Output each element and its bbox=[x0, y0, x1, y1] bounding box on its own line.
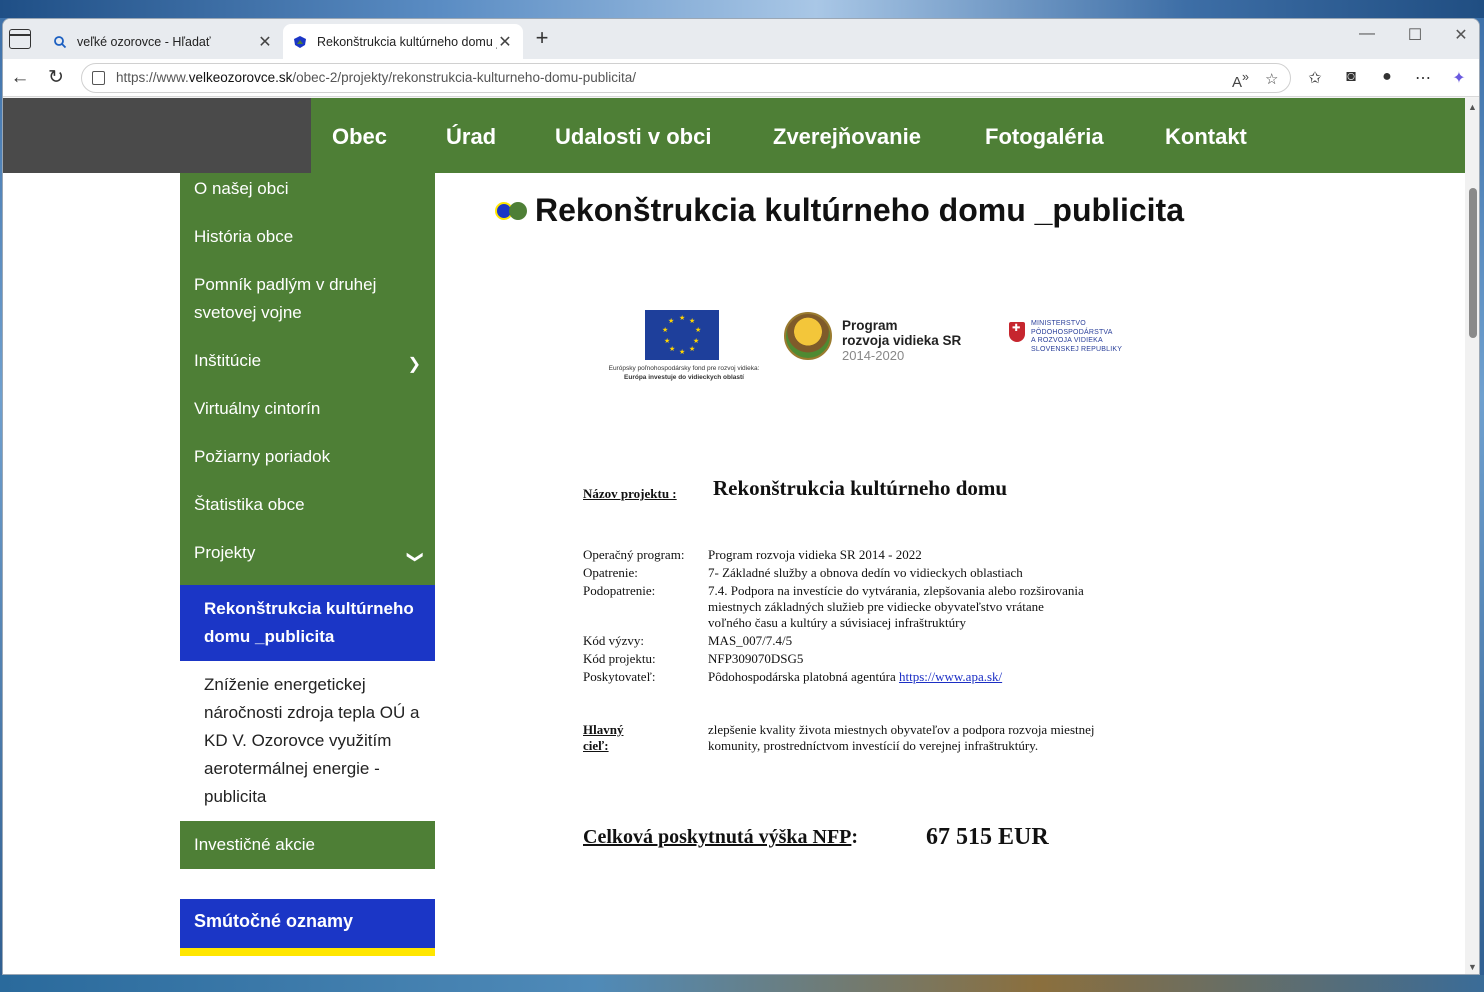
new-tab-button[interactable]: + bbox=[530, 27, 554, 51]
close-tab-icon[interactable]: ✕ bbox=[257, 32, 273, 52]
logo-area bbox=[3, 98, 311, 173]
site-favicon-icon bbox=[294, 35, 306, 48]
more-menu-icon[interactable]: ⋯ bbox=[1411, 68, 1435, 88]
sidebar-subitem-znizenie[interactable]: Zníženie energetickej náročnosti zdroja … bbox=[180, 661, 435, 821]
maximize-icon[interactable]: ☐ bbox=[1397, 25, 1433, 45]
desktop-wallpaper-bottom bbox=[0, 975, 1484, 992]
title-dot-green-icon bbox=[509, 201, 527, 220]
ministry-name: MINISTERSTVO PÔDOHOSPODÁRSTVA A ROZVOJA VI… bbox=[1031, 320, 1123, 353]
profile-avatar-icon[interactable]: ● bbox=[1375, 68, 1399, 86]
page-viewport: Obec Úrad Udalosti v obci Zverejňovanie … bbox=[3, 98, 1465, 974]
total-amount: 67 515 EUR bbox=[926, 824, 1049, 850]
favorites-icon[interactable]: ✩ bbox=[1303, 68, 1327, 88]
scroll-down-icon[interactable]: ▼ bbox=[1468, 962, 1477, 972]
chevron-right-icon: ❯ bbox=[407, 356, 421, 373]
prv-title: Program rozvoja vidieka SR bbox=[842, 318, 962, 348]
tab-actions-icon[interactable] bbox=[9, 29, 31, 49]
nav-item-fotogaleria[interactable]: Fotogaléria bbox=[985, 124, 1104, 150]
back-arrow-icon[interactable]: ← bbox=[9, 67, 31, 89]
browser-window: veľké ozorovce - Hľadať ✕ Rekonštrukcia … bbox=[2, 18, 1480, 975]
page-title-text: Rekonštrukcia kultúrneho domu _publicita bbox=[535, 192, 1184, 228]
sidebar-item-projekty[interactable]: Projekty ❯ bbox=[180, 537, 435, 585]
prv-emblem-icon bbox=[784, 312, 832, 360]
close-window-icon[interactable]: ✕ bbox=[1443, 25, 1479, 45]
nav-item-zverejnovanie[interactable]: Zverejňovanie bbox=[773, 124, 921, 150]
edge-extension-icon[interactable]: ◙ bbox=[1339, 68, 1363, 86]
sidebar-item-label: Projekty bbox=[194, 543, 256, 562]
goal-text: zlepšenie kvality života miestnych obyva… bbox=[708, 722, 1095, 753]
chevron-down-icon: ❯ bbox=[406, 550, 424, 564]
eu-caption: Európsky poľnohospodársky fond pre rozvo… bbox=[608, 365, 760, 381]
read-aloud-icon[interactable]: A» bbox=[1232, 70, 1249, 91]
sidebar-item-pomnik[interactable]: Pomník padlým v druhej svetovej vojne bbox=[180, 269, 435, 345]
ministry-logo: MINISTERSTVOPÔDOHOSPODÁRSTVAA ROZVOJA VI… bbox=[1009, 320, 1139, 360]
sidebar-item-institucie[interactable]: Inštitúcie ❯ bbox=[180, 345, 435, 393]
sidebar-item-historia[interactable]: História obce bbox=[180, 221, 435, 269]
funding-logos: ★ ★ ★ ★ ★ ★ ★ ★ ★ ★ Európsky poľnohospodársky fon… bbox=[589, 310, 1129, 390]
scroll-up-icon[interactable]: ▲ bbox=[1468, 102, 1477, 112]
refresh-icon[interactable]: ↻ bbox=[45, 67, 67, 89]
page-scrollbar[interactable]: ▲ ▼ bbox=[1465, 98, 1479, 974]
tab-title: veľké ozorovce - Hľadať bbox=[77, 34, 211, 49]
sidebar-item-investicne-akcie[interactable]: Investičné akcie bbox=[180, 821, 435, 869]
nav-item-urad[interactable]: Úrad bbox=[446, 124, 496, 150]
nav-item-kontakt[interactable]: Kontakt bbox=[1165, 124, 1247, 150]
sidebar-subitem-rekonstrukcia[interactable]: Rekonštrukcia kultúrneho domu _publicita bbox=[180, 585, 435, 661]
close-tab-icon[interactable]: ✕ bbox=[497, 32, 513, 52]
page-title: Rekonštrukcia kultúrneho domu _publicita bbox=[495, 192, 1184, 229]
sidebar-item-statistika[interactable]: Štatistika obce bbox=[180, 489, 435, 537]
slovak-coat-of-arms-icon bbox=[1009, 322, 1025, 342]
prv-logo: Program rozvoja vidieka SR 2014-2020 bbox=[784, 312, 974, 363]
project-name: Rekonštrukcia kultúrneho domu bbox=[713, 476, 1008, 500]
nav-item-obec[interactable]: Obec bbox=[332, 124, 387, 150]
search-icon bbox=[54, 35, 67, 48]
copilot-icon[interactable]: ✦ bbox=[1447, 68, 1471, 88]
url-text: https://www.velkeozorovce.sk/obec-2/proj… bbox=[116, 70, 636, 85]
prv-years: 2014-2020 bbox=[842, 348, 905, 363]
tab-active[interactable]: Rekonštrukcia kultúrneho domu _ ✕ bbox=[283, 24, 523, 59]
tab-title: Rekonštrukcia kultúrneho domu _ bbox=[317, 34, 497, 49]
desktop-wallpaper-top bbox=[0, 0, 1484, 18]
site-info-icon[interactable] bbox=[92, 71, 105, 85]
sidebar-item-cintorin[interactable]: Virtuálny cintorín bbox=[180, 393, 435, 441]
apa-link[interactable]: https://www.apa.sk/ bbox=[899, 669, 1002, 684]
scrollbar-thumb[interactable] bbox=[1469, 188, 1477, 338]
sidebar-menu: O našej obci História obce Pomník padlým… bbox=[180, 173, 435, 956]
sidebar-item-o-nasej-obci[interactable]: O našej obci bbox=[180, 173, 435, 221]
smutocne-oznamy-box[interactable]: Smútočné oznamy bbox=[180, 899, 435, 956]
goal-label: Hlavný cieľ: bbox=[583, 722, 624, 753]
total-funding: Celková poskytnutá výška NFP: 67 515 EUR bbox=[583, 824, 1049, 850]
tab-strip: veľké ozorovce - Hľadať ✕ Rekonštrukcia … bbox=[3, 19, 1479, 59]
total-label: Celková poskytnutá výška NFP bbox=[583, 826, 852, 848]
sidebar-item-poziarny[interactable]: Požiarny poriadok bbox=[180, 441, 435, 489]
nav-item-udalosti[interactable]: Udalosti v obci bbox=[555, 124, 711, 150]
sidebar-item-label: Inštitúcie bbox=[194, 351, 262, 370]
project-name-label: Názov projektu : bbox=[583, 486, 677, 501]
eu-flag-icon: ★ ★ ★ ★ ★ ★ ★ ★ ★ ★ bbox=[645, 310, 719, 360]
address-row: ← ↻ https://www.velkeozorovce.sk/obec-2/… bbox=[3, 59, 1479, 97]
tab-search[interactable]: veľké ozorovce - Hľadať ✕ bbox=[43, 24, 283, 59]
favorite-star-icon[interactable]: ☆ bbox=[1265, 70, 1278, 88]
address-bar[interactable]: https://www.velkeozorovce.sk/obec-2/proj… bbox=[81, 63, 1291, 93]
minimize-icon[interactable]: — bbox=[1349, 25, 1385, 43]
top-navigation: Obec Úrad Udalosti v obci Zverejňovanie … bbox=[3, 98, 1465, 173]
